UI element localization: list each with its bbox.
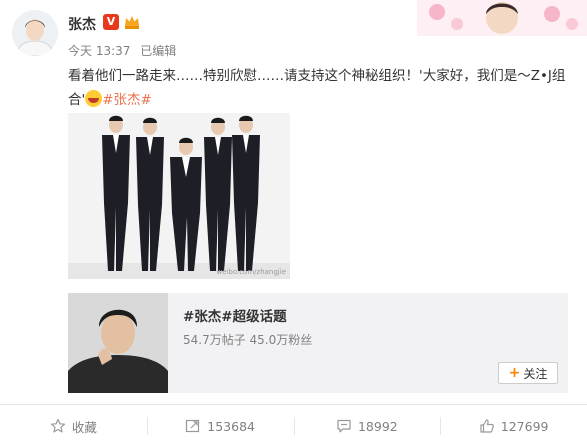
- comment-icon: [337, 419, 351, 433]
- hashtag-link[interactable]: #张杰#: [102, 92, 152, 108]
- topic-thumbnail: [68, 293, 168, 393]
- comment-button[interactable]: 18992: [293, 405, 441, 446]
- favorite-label: 收藏: [71, 419, 97, 435]
- post-meta: 今天 13:37 已编辑: [68, 42, 182, 59]
- repost-button[interactable]: 153684: [146, 405, 294, 446]
- post-photo[interactable]: weibo.com/zhangjie: [68, 113, 290, 279]
- topic-title[interactable]: #张杰#超级话题: [183, 305, 287, 325]
- user-name[interactable]: 张杰: [68, 14, 96, 34]
- card-decoration-image: [417, 0, 587, 36]
- super-topic-card[interactable]: #张杰#超级话题 54.7万帖子 45.0万粉丝 + 关注: [68, 293, 568, 393]
- laughing-emoji-icon: [85, 90, 103, 107]
- post-time[interactable]: 今天 13:37: [68, 44, 130, 58]
- repost-count: 153684: [207, 418, 255, 434]
- star-icon: [50, 418, 65, 433]
- comment-count: 18992: [357, 418, 398, 434]
- follow-button[interactable]: + 关注: [498, 362, 558, 384]
- action-bar: 收藏 153684 18992 127699: [0, 404, 587, 446]
- like-count: 127699: [500, 418, 549, 434]
- favorite-button[interactable]: 收藏: [0, 405, 147, 446]
- plus-icon: +: [508, 365, 521, 381]
- photo-watermark: weibo.com/zhangjie: [216, 268, 286, 276]
- member-crown-icon: [123, 13, 141, 31]
- follow-label: 关注: [523, 366, 548, 381]
- edited-label[interactable]: 已编辑: [140, 44, 176, 58]
- verified-badge-icon: V: [103, 14, 119, 30]
- weibo-post: 张杰 V 今天 13:37 已编辑 看着他们一路走来……特别欣慰……请支持这个神…: [0, 0, 587, 446]
- thumbs-up-icon: [480, 419, 494, 433]
- repost-icon: [186, 419, 200, 433]
- topic-stats: 54.7万帖子 45.0万粉丝: [183, 333, 313, 347]
- like-button[interactable]: 127699: [440, 405, 587, 446]
- user-avatar[interactable]: [12, 10, 58, 56]
- post-text: 看着他们一路走来……特别欣慰……请支持这个神秘组织！'大家好，我们是～Z•J组合…: [68, 64, 573, 112]
